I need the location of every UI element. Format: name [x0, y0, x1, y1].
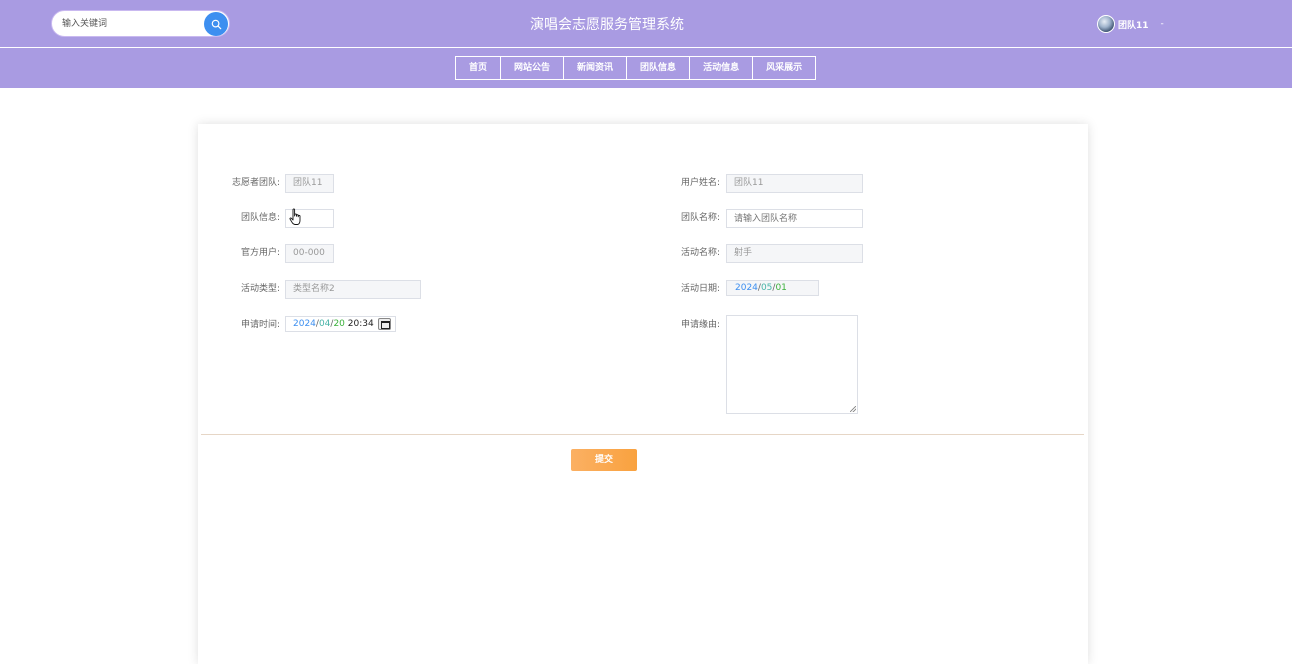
resize-grip-icon[interactable]	[850, 406, 856, 412]
user-name-label: 用户姓名:	[680, 178, 720, 188]
team-info-label: 团队信息:	[240, 213, 280, 223]
activity-type-field[interactable]: 类型名称2	[285, 280, 421, 299]
activity-type-label: 活动类型:	[240, 284, 280, 294]
apply-time-day: 20	[333, 319, 345, 329]
hand-cursor-icon	[289, 208, 301, 225]
avatar[interactable]	[1097, 15, 1115, 33]
activity-date-year: 2024	[735, 283, 758, 293]
user-name-field[interactable]: 团队11	[726, 174, 863, 193]
team-name-input[interactable]	[726, 209, 863, 228]
form-card: 志愿者团队: 团队11 团队信息: 官方用户: 00-000 活动类型: 类型名…	[198, 124, 1088, 664]
activity-name-label: 活动名称:	[680, 248, 720, 258]
main-nav: 首页 网站公告 新闻资讯 团队信息 活动信息 风采展示	[455, 56, 817, 80]
official-user-label: 官方用户:	[240, 248, 280, 258]
volunteer-team-label: 志愿者团队:	[231, 178, 280, 188]
apply-time-year: 2024	[293, 319, 316, 329]
apply-time-month: 04	[318, 319, 331, 329]
submit-button[interactable]: 提交	[571, 449, 637, 471]
official-user-field[interactable]: 00-000	[285, 244, 334, 263]
site-title: 演唱会志愿服务管理系统	[530, 17, 684, 33]
header: 演唱会志愿服务管理系统 团队11 -	[0, 0, 1292, 47]
apply-time-label: 申请时间:	[240, 320, 280, 330]
nav-item-home[interactable]: 首页	[455, 56, 502, 80]
divider	[201, 434, 1084, 435]
volunteer-team-field[interactable]: 团队11	[285, 174, 334, 193]
nav-bar: 首页 网站公告 新闻资讯 团队信息 活动信息 风采展示	[0, 47, 1292, 88]
team-name-label: 团队名称:	[680, 213, 720, 223]
user-menu[interactable]: 团队11 -	[1097, 14, 1164, 34]
nav-item-activity-info[interactable]: 活动信息	[689, 56, 754, 80]
activity-name-field[interactable]: 射手	[726, 244, 863, 263]
nav-item-showcase[interactable]: 风采展示	[752, 56, 817, 80]
activity-date-label: 活动日期:	[680, 284, 720, 294]
apply-reason-textarea[interactable]	[726, 315, 858, 414]
apply-time-clock: 20:34	[347, 319, 374, 329]
nav-item-team-info[interactable]: 团队信息	[626, 56, 691, 80]
activity-date-field[interactable]: 2024/05/01	[726, 280, 819, 296]
nav-item-announcements[interactable]: 网站公告	[500, 56, 565, 80]
apply-time-input[interactable]: 2024/04/20 20:34	[285, 316, 396, 332]
user-name[interactable]: 团队11	[1118, 18, 1149, 31]
user-dropdown-caret[interactable]: -	[1161, 19, 1164, 29]
activity-date-day: 01	[775, 283, 787, 293]
activity-date-month: 05	[760, 283, 773, 293]
nav-item-news[interactable]: 新闻资讯	[563, 56, 628, 80]
apply-reason-label: 申请缘由:	[680, 320, 720, 330]
calendar-icon[interactable]	[378, 318, 391, 330]
